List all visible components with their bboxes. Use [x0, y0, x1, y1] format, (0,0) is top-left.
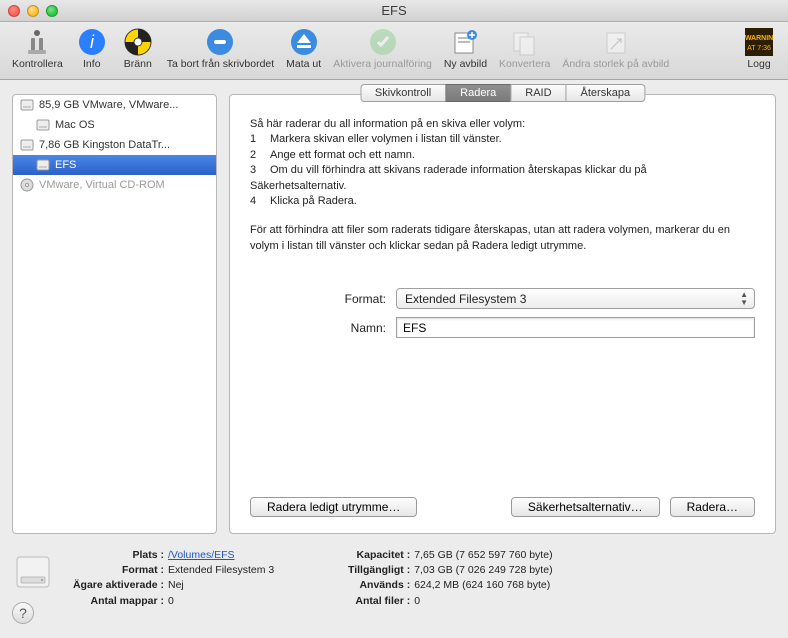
toolbar-label: Info	[83, 59, 101, 70]
toolbar-label: Ändra storlek på avbild	[562, 59, 669, 70]
sidebar-item[interactable]: Mac OS	[13, 115, 216, 135]
instruction-step: 1Markera skivan eller volymen i listan t…	[250, 132, 755, 147]
toolbar: Kontrollera iInfo Bränn Ta bort från skrivb…	[0, 22, 788, 80]
toolbar-label: Kontrollera	[12, 59, 63, 70]
hdd-icon	[19, 97, 35, 113]
toolbar-label: Bränn	[124, 59, 152, 70]
chevron-up-down-icon: ▲▼	[740, 291, 748, 307]
zoom-button[interactable]	[46, 5, 58, 17]
hdd-icon	[35, 157, 51, 173]
sidebar-item[interactable]: 7,86 GB Kingston DataTr...	[13, 135, 216, 155]
toolbar-newimage[interactable]: Ny avbild	[438, 25, 493, 70]
drive-icon	[12, 548, 54, 596]
svg-text:WARNIN: WARNIN	[745, 35, 773, 42]
info-row: Tillgängligt :7,03 GB (7 026 249 728 byt…	[314, 563, 552, 578]
security-options-button[interactable]: Säkerhetsalternativ…	[511, 497, 660, 517]
sidebar-item-label: Mac OS	[55, 119, 95, 131]
info-row: Format :Extended Filesystem 3	[68, 563, 274, 578]
erase-form: Format: Extended Filesystem 3 ▲▼ Namn:	[250, 288, 755, 338]
format-select[interactable]: Extended Filesystem 3 ▲▼	[396, 288, 755, 309]
hdd-icon	[35, 117, 51, 133]
info-row: Används :624,2 MB (624 160 768 byte)	[314, 578, 552, 593]
tab-erase[interactable]: Radera	[445, 84, 510, 102]
toolbar-convert: Konvertera	[493, 25, 556, 70]
toolbar-journal: Aktivera journalföring	[327, 25, 438, 70]
close-button[interactable]	[8, 5, 20, 17]
erase-button[interactable]: Radera…	[670, 497, 755, 517]
sidebar-item-label: 85,9 GB VMware, VMware...	[39, 99, 178, 111]
sidebar-item[interactable]: VMware, Virtual CD-ROM	[13, 175, 216, 195]
toolbar-info[interactable]: iInfo	[69, 25, 115, 70]
instruction-step: 2Ange ett format och ett namn.	[250, 148, 755, 163]
toolbar-resize: Ändra storlek på avbild	[556, 25, 675, 70]
info-row: Ägare aktiverade :Nej	[68, 578, 274, 593]
panel-tabs: SkivkontrollRaderaRAIDÅterskapa	[360, 84, 645, 102]
toolbar-unmount[interactable]: Ta bort från skrivbordet	[161, 25, 280, 70]
sidebar-item[interactable]: 85,9 GB VMware, VMware...	[13, 95, 216, 115]
format-value: Extended Filesystem 3	[405, 292, 526, 306]
sidebar-item-label: VMware, Virtual CD-ROM	[39, 179, 165, 191]
hdd-icon	[19, 137, 35, 153]
instruction-step: 4Klicka på Radera.	[250, 194, 755, 209]
erase-free-space-button[interactable]: Radera ledigt utrymme…	[250, 497, 417, 517]
traffic-lights	[0, 5, 58, 17]
toolbar-label: Mata ut	[286, 59, 321, 70]
toolbar-eject[interactable]: Mata ut	[280, 25, 327, 70]
instruction-step: 3Om du vill förhindra att skivans radera…	[250, 163, 755, 194]
info-row: Kapacitet :7,65 GB (7 652 597 760 byte)	[314, 548, 552, 563]
sidebar-item-label: 7,86 GB Kingston DataTr...	[39, 139, 170, 151]
toolbar-log[interactable]: WARNIN AT 7:36 Logg	[736, 25, 782, 70]
info-row: Plats :/Volumes/EFS	[68, 548, 274, 563]
tab-firstaid[interactable]: Skivkontroll	[360, 84, 445, 102]
toolbar-label: Konvertera	[499, 59, 550, 70]
toolbar-label: Ta bort från skrivbordet	[167, 59, 274, 70]
instructions: Så här raderar du all information på en …	[250, 117, 755, 254]
format-label: Format:	[250, 292, 396, 306]
toolbar-burn[interactable]: Bränn	[115, 25, 161, 70]
tab-restore[interactable]: Återskapa	[566, 84, 646, 102]
toolbar-label: Logg	[747, 59, 770, 70]
help-button[interactable]: ?	[12, 602, 34, 624]
minimize-button[interactable]	[27, 5, 39, 17]
info-row: Antal mappar :0	[68, 594, 274, 609]
info-row: Antal filer :0	[314, 594, 552, 609]
svg-text:AT 7:36: AT 7:36	[747, 45, 771, 52]
sidebar-item[interactable]: EFS	[13, 155, 216, 175]
name-label: Namn:	[250, 321, 396, 335]
content-panel: SkivkontrollRaderaRAIDÅterskapa Så här r…	[229, 94, 776, 534]
titlebar: EFS	[0, 0, 788, 22]
device-sidebar[interactable]: 85,9 GB VMware, VMware... Mac OS 7,86 GB K…	[12, 94, 217, 534]
info-link[interactable]: /Volumes/EFS	[168, 549, 235, 561]
volume-info: Plats :/Volumes/EFSFormat :Extended File…	[12, 548, 776, 609]
toolbar-label: Aktivera journalföring	[333, 59, 432, 70]
sidebar-item-label: EFS	[55, 159, 76, 171]
instructions-intro: Så här raderar du all information på en …	[250, 117, 755, 132]
instructions-footer: För att förhindra att filer som raderats…	[250, 223, 755, 254]
toolbar-verify[interactable]: Kontrollera	[6, 25, 69, 70]
window-title: EFS	[0, 3, 788, 18]
cd-icon	[19, 177, 35, 193]
tab-raid[interactable]: RAID	[510, 84, 565, 102]
toolbar-label: Ny avbild	[444, 59, 487, 70]
name-input[interactable]	[396, 317, 755, 338]
